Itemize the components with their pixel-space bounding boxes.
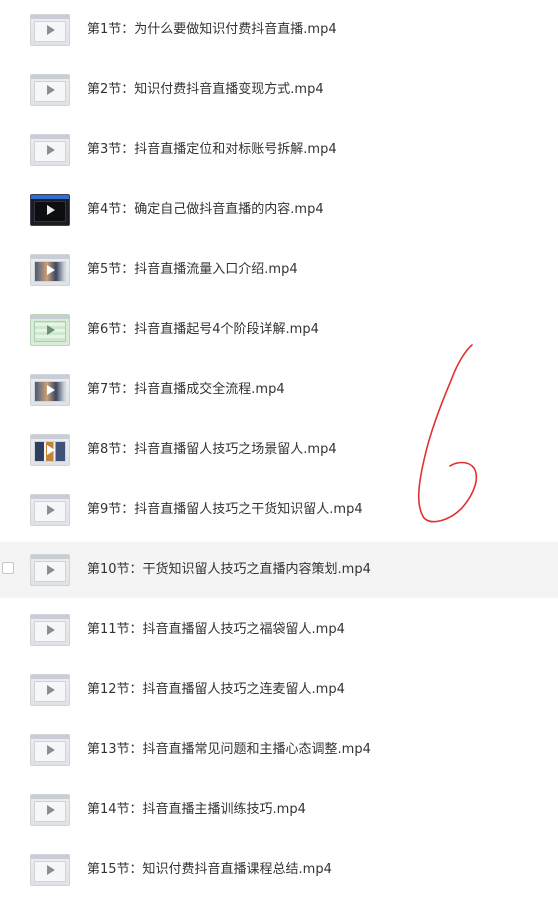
file-name: 第10节：干货知识留人技巧之直播内容策划.mp4 [87,562,371,577]
play-icon [47,85,55,95]
file-name: 第8节：抖音直播留人技巧之场景留人.mp4 [87,442,337,457]
play-icon [47,325,55,335]
play-icon [47,385,55,395]
video-thumbnail [30,374,70,406]
file-row-11[interactable]: 第11节：抖音直播留人技巧之福袋留人.mp4 [0,602,558,658]
file-name: 第12节：抖音直播留人技巧之连麦留人.mp4 [87,682,345,697]
file-row-15[interactable]: 第15节：知识付费抖音直播课程总结.mp4 [0,842,558,898]
file-row-5[interactable]: 第5节：抖音直播流量入口介绍.mp4 [0,242,558,298]
file-name: 第7节：抖音直播成交全流程.mp4 [87,382,285,397]
file-name: 第3节：抖音直播定位和对标账号拆解.mp4 [87,142,337,157]
video-thumbnail [30,794,70,826]
file-name: 第1节：为什么要做知识付费抖音直播.mp4 [87,22,337,37]
video-thumbnail [30,134,70,166]
file-row-7[interactable]: 第7节：抖音直播成交全流程.mp4 [0,362,558,418]
file-row-3[interactable]: 第3节：抖音直播定位和对标账号拆解.mp4 [0,122,558,178]
video-thumbnail [30,254,70,286]
video-thumbnail [30,734,70,766]
file-row-6[interactable]: 第6节：抖音直播起号4个阶段详解.mp4 [0,302,558,358]
video-thumbnail [30,194,70,226]
video-thumbnail [30,554,70,586]
file-name: 第15节：知识付费抖音直播课程总结.mp4 [87,862,332,877]
play-icon [47,145,55,155]
play-icon [47,745,55,755]
file-name: 第4节：确定自己做抖音直播的内容.mp4 [87,202,324,217]
file-name: 第5节：抖音直播流量入口介绍.mp4 [87,262,298,277]
play-icon [47,265,55,275]
select-checkbox[interactable] [2,562,14,574]
file-name: 第9节：抖音直播留人技巧之干货知识留人.mp4 [87,502,363,517]
file-name: 第13节：抖音直播常见问题和主播心态调整.mp4 [87,742,371,757]
video-thumbnail [30,434,70,466]
file-name: 第14节：抖音直播主播训练技巧.mp4 [87,802,306,817]
file-row-4[interactable]: 第4节：确定自己做抖音直播的内容.mp4 [0,182,558,238]
video-thumbnail [30,674,70,706]
play-icon [47,445,55,455]
video-thumbnail [30,614,70,646]
file-row-13[interactable]: 第13节：抖音直播常见问题和主播心态调整.mp4 [0,722,558,778]
play-icon [47,865,55,875]
play-icon [47,685,55,695]
play-icon [47,505,55,515]
play-icon [47,625,55,635]
play-icon [47,805,55,815]
play-icon [47,25,55,35]
file-row-9[interactable]: 第9节：抖音直播留人技巧之干货知识留人.mp4 [0,482,558,538]
video-thumbnail [30,494,70,526]
file-row-12[interactable]: 第12节：抖音直播留人技巧之连麦留人.mp4 [0,662,558,718]
file-name: 第11节：抖音直播留人技巧之福袋留人.mp4 [87,622,345,637]
file-row-8[interactable]: 第8节：抖音直播留人技巧之场景留人.mp4 [0,422,558,478]
file-row-14[interactable]: 第14节：抖音直播主播训练技巧.mp4 [0,782,558,838]
video-thumbnail [30,314,70,346]
file-row-10[interactable]: 第10节：干货知识留人技巧之直播内容策划.mp4 [0,542,558,598]
play-icon [47,205,55,215]
file-row-1[interactable]: 第1节：为什么要做知识付费抖音直播.mp4 [0,2,558,58]
video-thumbnail [30,14,70,46]
video-thumbnail [30,854,70,886]
video-thumbnail [30,74,70,106]
file-name: 第6节：抖音直播起号4个阶段详解.mp4 [87,322,319,337]
play-icon [47,565,55,575]
file-row-2[interactable]: 第2节：知识付费抖音直播变现方式.mp4 [0,62,558,118]
file-name: 第2节：知识付费抖音直播变现方式.mp4 [87,82,324,97]
